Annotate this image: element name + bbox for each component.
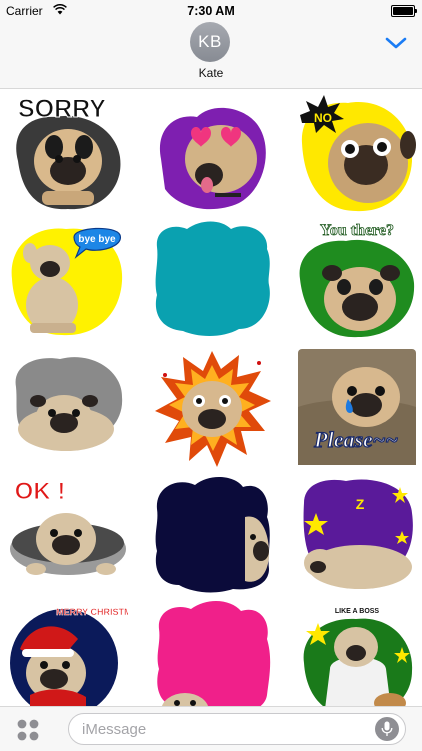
contact-name[interactable]: Kate [0, 66, 422, 80]
sticker-z-label: Z [356, 496, 365, 512]
message-input-bar: iMessage [0, 706, 422, 751]
sticker-surprised-pug[interactable] [151, 347, 273, 469]
status-bar: Carrier 7:30 AM [0, 0, 422, 22]
status-time: 7:30 AM [187, 4, 235, 18]
sticker-please-label: Please~~ [313, 427, 398, 452]
sticker-you-there-label: You there? [320, 222, 394, 239]
sticker-sleeping-pug[interactable]: Z [296, 473, 418, 595]
sticker-sorry-label: SORRY [18, 95, 106, 123]
sticker-blank-teal[interactable] [151, 219, 273, 341]
sticker-like-a-boss-pug[interactable]: LIKE A BOSS [296, 599, 418, 706]
sticker-grid: SORRY NO bye bye You there? Please~~ OK … [0, 89, 422, 706]
sticker-bye-bye-label: bye bye [78, 234, 116, 245]
collapse-button[interactable] [384, 34, 408, 52]
sticker-please-pug[interactable]: Please~~ [296, 347, 418, 469]
microphone-icon [381, 721, 393, 736]
sticker-sorry-pug[interactable]: SORRY [4, 91, 126, 213]
sticker-bye-bye-pug[interactable]: bye bye [6, 219, 128, 341]
chevron-down-icon [385, 37, 407, 49]
sticker-ok-pug[interactable]: OK ! [6, 473, 128, 595]
imessage-input[interactable]: iMessage [68, 713, 406, 745]
sticker-lying-pug[interactable] [6, 347, 128, 469]
apps-button[interactable] [16, 718, 40, 742]
microphone-button[interactable] [375, 717, 399, 741]
contact-avatar[interactable]: KB [190, 22, 230, 62]
sticker-christmas-pug[interactable]: MERRY CHRISTMAS [6, 599, 128, 706]
sticker-you-there-pug[interactable]: You there? [296, 219, 418, 341]
sticker-heart-eyes-pug[interactable] [151, 93, 273, 215]
apps-grid-icon [17, 719, 39, 741]
sticker-ok-label: OK ! [15, 478, 66, 505]
battery-icon [391, 5, 417, 17]
sticker-merry-christmas-label: MERRY CHRISTMAS [56, 607, 128, 617]
sticker-peek-navy[interactable] [151, 473, 273, 595]
sticker-no-pug[interactable]: NO [296, 93, 418, 215]
sticker-like-a-boss-label: LIKE A BOSS [335, 608, 380, 615]
sticker-no-label: NO [314, 111, 332, 125]
sticker-peek-pink[interactable] [151, 599, 273, 706]
imessage-placeholder: iMessage [82, 721, 147, 738]
